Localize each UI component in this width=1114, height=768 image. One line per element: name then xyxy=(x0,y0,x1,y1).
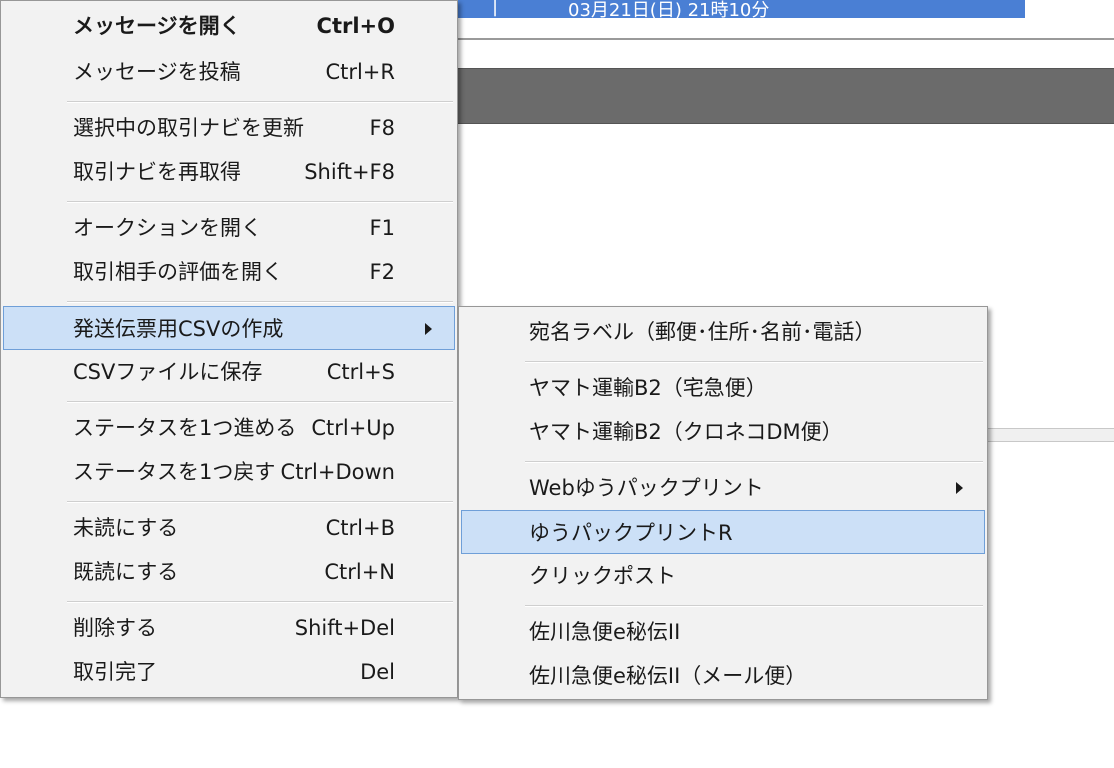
menu-item-open-auction[interactable]: オークションを開く F1 xyxy=(3,206,455,250)
submenu-item-web-yupack-print[interactable]: Webゆうパックプリント xyxy=(461,466,985,510)
menu-separator xyxy=(67,301,453,303)
menu-item-post-message[interactable]: メッセージを投稿 Ctrl+R xyxy=(3,50,455,94)
menu-separator xyxy=(525,605,983,607)
menu-item-refetch[interactable]: 取引ナビを再取得 Shift+F8 xyxy=(3,150,455,194)
menu-item-mark-unread[interactable]: 未読にする Ctrl+B xyxy=(3,506,455,550)
menu-separator xyxy=(67,401,453,403)
menu-item-save-csv[interactable]: CSVファイルに保存 Ctrl+S xyxy=(3,350,455,394)
menu-separator xyxy=(67,201,453,203)
menu-item-refresh-selected[interactable]: 選択中の取引ナビを更新 F8 xyxy=(3,106,455,150)
submenu-item-address-label[interactable]: 宛名ラベル（郵便･住所･名前･電話） xyxy=(461,310,985,354)
menu-item-complete-transaction[interactable]: 取引完了 Del xyxy=(3,650,455,694)
menu-item-open-message[interactable]: メッセージを開く Ctrl+O xyxy=(3,4,455,48)
submenu-item-yamato-takkyubin[interactable]: ヤマト運輸B2（宅急便） xyxy=(461,366,985,410)
submenu-item-yupack-print-r[interactable]: ゆうパックプリントR xyxy=(461,510,985,554)
menu-item-delete[interactable]: 削除する Shift+Del xyxy=(3,606,455,650)
menu-item-mark-read[interactable]: 既読にする Ctrl+N xyxy=(3,550,455,594)
context-menu: メッセージを開く Ctrl+O メッセージを投稿 Ctrl+R 選択中の取引ナビ… xyxy=(0,0,458,698)
submenu-item-yamato-dm[interactable]: ヤマト運輸B2（クロネコDM便） xyxy=(461,410,985,454)
row-date: 03月21日(日) 21時10分 xyxy=(568,0,770,21)
menu-item-status-forward[interactable]: ステータスを1つ進める Ctrl+Up xyxy=(3,406,455,450)
submenu-arrow-icon xyxy=(956,482,963,494)
submenu-item-sagawa-ehiden-mail[interactable]: 佐川急便e秘伝II（メール便） xyxy=(461,654,985,698)
menu-separator xyxy=(525,461,983,463)
menu-item-open-rating[interactable]: 取引相手の評価を開く F2 xyxy=(3,250,455,294)
row-marker: | xyxy=(492,0,499,17)
submenu-arrow-icon xyxy=(425,323,432,335)
submenu-item-clickpost[interactable]: クリックポスト xyxy=(461,554,985,598)
menu-separator xyxy=(67,101,453,103)
shipping-csv-submenu: 宛名ラベル（郵便･住所･名前･電話） ヤマト運輸B2（宅急便） ヤマト運輸B2（… xyxy=(458,306,988,700)
menu-separator xyxy=(67,601,453,603)
submenu-item-sagawa-ehiden[interactable]: 佐川急便e秘伝II xyxy=(461,610,985,654)
menu-separator xyxy=(525,361,983,363)
menu-item-create-shipping-csv[interactable]: 発送伝票用CSVの作成 xyxy=(3,306,455,350)
menu-separator xyxy=(67,501,453,503)
menu-item-status-back[interactable]: ステータスを1つ戻す Ctrl+Down xyxy=(3,450,455,494)
